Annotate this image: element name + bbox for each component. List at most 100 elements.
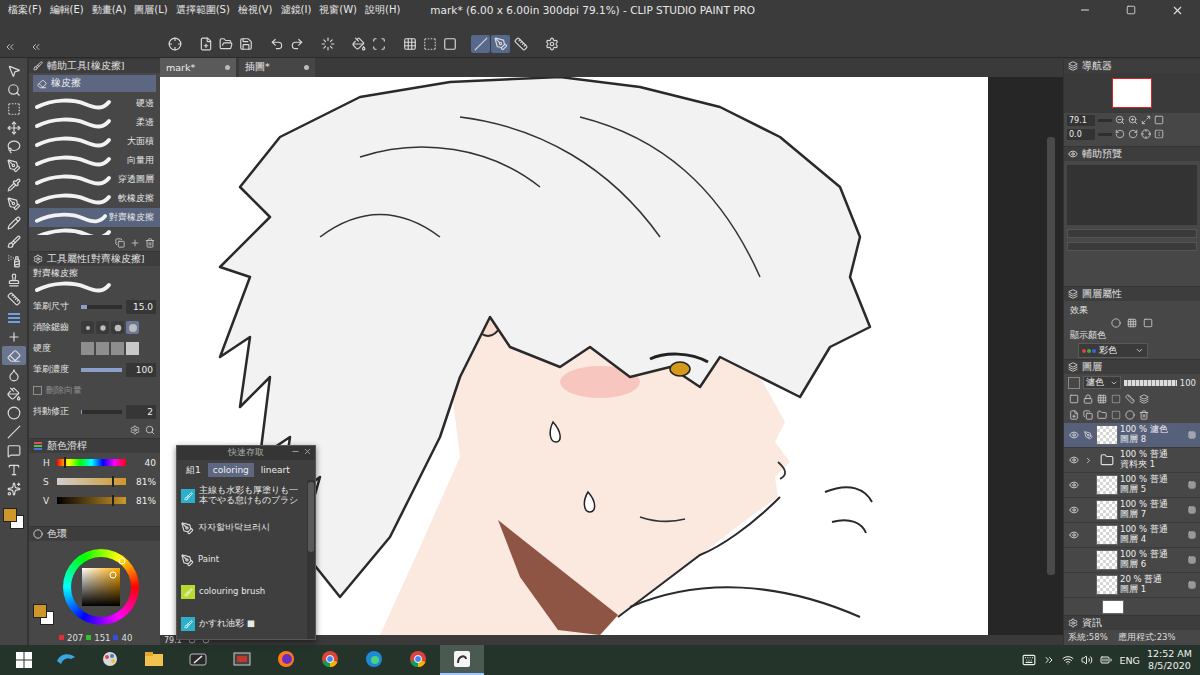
clip-icon[interactable] [1069, 394, 1079, 404]
collapse-left-icon[interactable] [30, 41, 42, 53]
angle-field[interactable]: 0.0 [1067, 129, 1095, 140]
mask-icon[interactable] [1111, 394, 1121, 404]
paper-layer-row[interactable] [1064, 598, 1200, 615]
rotate-right-icon[interactable] [1128, 129, 1138, 139]
tool-button[interactable] [2, 156, 26, 175]
channel-value[interactable]: 81% [130, 496, 156, 506]
language-indicator[interactable]: ENG [1119, 655, 1139, 666]
channel-value[interactable]: 40 [130, 458, 156, 468]
display-color-dropdown[interactable]: 彩色 [1078, 343, 1148, 358]
visibility-eye-icon[interactable] [1069, 530, 1079, 540]
menu-item[interactable]: 濾鏡(I) [281, 3, 312, 17]
hardness-option[interactable] [126, 342, 139, 355]
command-button[interactable] [542, 35, 561, 53]
quick-access-item[interactable]: colouring brush [177, 576, 307, 608]
maximize-button[interactable] [1108, 0, 1154, 20]
scroll-thumb[interactable] [1047, 137, 1055, 575]
flip-icon[interactable] [1154, 129, 1164, 139]
quick-access-item[interactable]: 主線も水彩も厚塗りも一本でやる怠けものブラシ [177, 480, 307, 512]
command-button[interactable] [491, 35, 510, 53]
menu-item[interactable]: 選擇範圍(S) [176, 3, 230, 17]
taskbar-app[interactable] [220, 645, 264, 675]
menu-item[interactable]: 圖層(L) [134, 3, 167, 17]
layer-row[interactable]: 20 % 普通圖層 1 [1064, 573, 1200, 598]
channel-slider[interactable] [57, 459, 126, 466]
command-button[interactable] [236, 35, 255, 53]
zoom-in-icon[interactable] [1128, 115, 1138, 125]
hardness-option[interactable] [81, 342, 94, 355]
command-button[interactable] [196, 35, 215, 53]
property-slider[interactable] [81, 368, 122, 372]
command-button[interactable] [440, 35, 459, 53]
angle-slider[interactable] [1098, 133, 1112, 136]
layer-mask-icon[interactable] [1125, 410, 1135, 420]
channel-slider[interactable] [57, 497, 126, 504]
quick-access-tab[interactable]: coloring [208, 463, 254, 477]
paint-app-icon[interactable] [101, 650, 119, 668]
menu-item[interactable]: 編輯(E) [50, 3, 84, 17]
main-color-swatch[interactable] [3, 508, 17, 522]
opacity-slider[interactable] [1124, 380, 1177, 386]
property-value[interactable]: 100 [126, 363, 156, 377]
sub-tool-item[interactable]: 硬邊 [29, 94, 160, 113]
property-value[interactable]: 15.0 [126, 300, 156, 314]
explorer-app-icon[interactable] [144, 651, 164, 667]
new-layer-icon[interactable] [1069, 410, 1079, 420]
actual-size-icon[interactable] [1154, 115, 1164, 125]
lock-icon[interactable] [1083, 394, 1093, 404]
delete-layer-icon[interactable] [1139, 410, 1149, 420]
tool-button[interactable] [2, 118, 26, 137]
trash-icon[interactable] [145, 238, 155, 248]
layer-row[interactable]: 100 % 普通資料夾 1 [1064, 448, 1200, 473]
saturation-value-square[interactable] [82, 568, 120, 606]
visibility-eye-icon[interactable] [1069, 505, 1079, 515]
firefox-app-icon[interactable] [277, 650, 295, 668]
tablet-app-icon[interactable] [188, 651, 208, 667]
tool-button[interactable] [2, 403, 26, 422]
anti-alias-option[interactable] [96, 321, 109, 334]
visibility-eye-icon[interactable] [1069, 480, 1079, 490]
close-button[interactable] [1154, 0, 1200, 20]
tool-button[interactable] [2, 384, 26, 403]
channel-value[interactable]: 81% [130, 477, 156, 487]
channel-marker[interactable] [112, 476, 114, 487]
anti-alias-option[interactable] [126, 321, 139, 334]
layer-color-box[interactable] [1068, 377, 1080, 389]
property-value[interactable]: 2 [126, 405, 156, 419]
command-button[interactable] [471, 35, 490, 53]
add-icon[interactable] [130, 238, 140, 248]
channel-marker[interactable] [64, 457, 66, 468]
vertical-scrollbar[interactable] [1047, 77, 1055, 635]
fit-icon[interactable] [1141, 115, 1151, 125]
property-slider[interactable] [81, 410, 122, 414]
duplicate-layer-icon[interactable] [1083, 410, 1093, 420]
document-tab[interactable]: 插圖* [239, 58, 315, 77]
blend-mode-dropdown[interactable]: 濾色 [1083, 376, 1121, 389]
tool-button[interactable] [2, 61, 26, 80]
taskbar-app[interactable] [308, 645, 352, 675]
tool-button[interactable] [2, 270, 26, 289]
reference-icon[interactable] [1097, 394, 1107, 404]
channel-marker[interactable] [112, 495, 114, 506]
chrome-app-icon[interactable] [409, 650, 427, 668]
menu-item[interactable]: 說明(H) [365, 3, 400, 17]
sub-tool-item[interactable]: 大面積 [29, 132, 160, 151]
sub-tool-item[interactable]: 軟橡皮擦 [29, 189, 160, 208]
taskbar-app[interactable] [352, 645, 396, 675]
wifi-icon[interactable] [1062, 654, 1074, 666]
command-button[interactable] [349, 35, 368, 53]
tool-button[interactable] [2, 232, 26, 251]
collapse-left-icon[interactable] [4, 41, 16, 53]
layer-row[interactable]: 100 % 普通圖層 5 [1064, 473, 1200, 498]
start-button[interactable] [4, 645, 44, 675]
border-effect-icon[interactable] [1111, 318, 1121, 328]
menu-item[interactable]: 檔案(F) [8, 3, 42, 17]
command-button[interactable] [287, 35, 306, 53]
minimize-button[interactable] [1062, 0, 1108, 20]
tool-button[interactable] [2, 422, 26, 441]
layer-row[interactable]: 100 % 普通圖層 7 [1064, 498, 1200, 523]
tool-button[interactable] [2, 80, 26, 99]
tool-button[interactable] [2, 479, 26, 498]
scroll-thumb[interactable] [308, 482, 314, 552]
keyboard-icon[interactable] [1022, 653, 1036, 667]
